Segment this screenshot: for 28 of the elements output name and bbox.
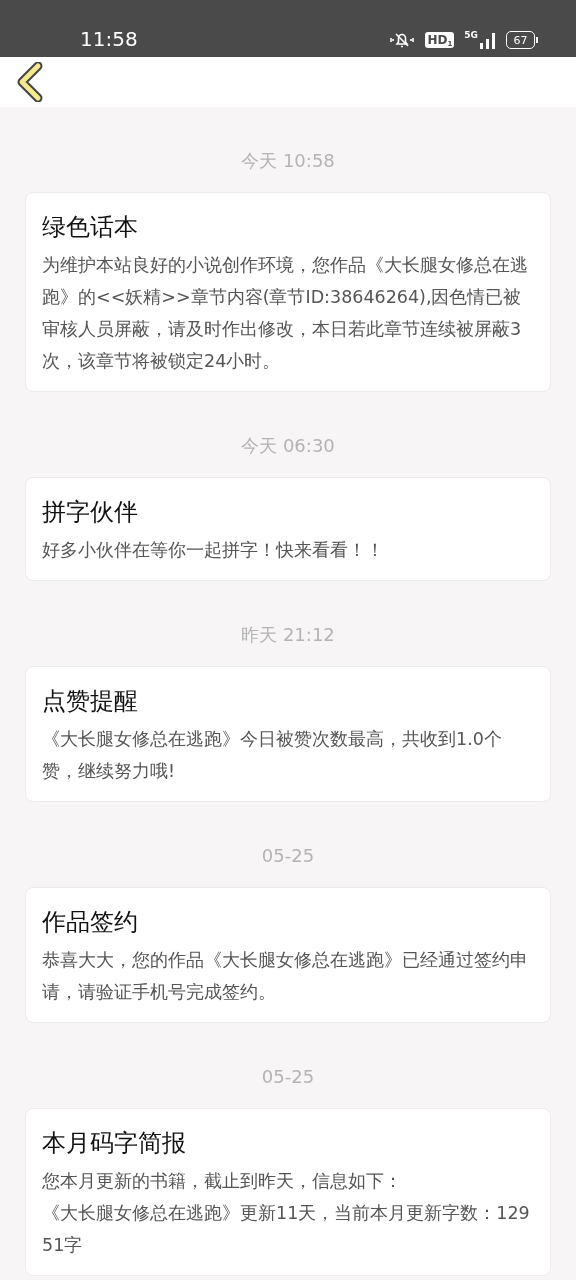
hd-badge: HD$_{1}$	[425, 32, 455, 48]
message-title: 拼字伙伴	[42, 497, 139, 528]
message-card[interactable]: 作品签约 恭喜大大，您的作品《大长腿女修总在逃跑》已经通过签约申请，请验证手机号完成签约。	[25, 887, 551, 1023]
signal-icon	[480, 31, 496, 49]
message-title: 本月码字简报	[42, 1128, 187, 1159]
message-card[interactable]: 点赞提醒 《大长腿女修总在逃跑》今日被赞次数最高，共收到1.0个赞，继续努力哦!	[25, 666, 551, 802]
message-card[interactable]: 绿色话本 为维护本站良好的小说创作环境，您作品《大长腿女修总在逃跑》的<<妖精>>章节内容(章节ID:38646264),因色情已被审核人员屏蔽，请及时作出修改，本日若此章节连续被屏蔽3次，该章节将被锁定24小时。	[25, 192, 551, 392]
message-card[interactable]: 拼字伙伴 好多小伙伴在等你一起拼字！快来看看！！	[25, 477, 551, 581]
message-card[interactable]: 本月码字简报 您本月更新的书籍，截止到昨天，信息如下： 《大长腿女修总在逃跑》更新11天，当前本月更新字数：12951字	[25, 1108, 551, 1276]
network-label: 5G	[464, 31, 478, 40]
message-body: 好多小伙伴在等你一起拼字！快来看看！！	[42, 539, 385, 562]
message-time: 05-25	[261, 1065, 315, 1089]
message-title: 绿色话本	[42, 212, 139, 243]
message-time: 今天 10:58	[241, 149, 335, 173]
back-icon[interactable]	[16, 62, 44, 102]
muted-bell-icon	[389, 31, 416, 49]
status-time: 11:58	[80, 29, 138, 49]
message-body: 为维护本站良好的小说创作环境，您作品《大长腿女修总在逃跑》的<<妖精>>章节内容(章节ID:38646264),因色情已被审核人员屏蔽，请及时作出修改，本日若此章节连续被屏蔽3次，该章节将被锁定24小时。	[42, 254, 529, 373]
message-body: 《大长腿女修总在逃跑》今日被赞次数最高，共收到1.0个赞，继续努力哦!	[42, 728, 503, 783]
message-time: 昨天 21:12	[241, 623, 335, 647]
message-time: 今天 06:30	[241, 434, 335, 458]
message-time: 05-25	[261, 844, 315, 868]
message-body: 恭喜大大，您的作品《大长腿女修总在逃跑》已经通过签约申请，请验证手机号完成签约。	[42, 949, 529, 1004]
battery-level: 67	[506, 31, 535, 49]
message-body: 《大长腿女修总在逃跑》更新11天，当前本月更新字数：12951字	[42, 1202, 531, 1257]
message-title: 作品签约	[42, 907, 139, 938]
message-title: 点赞提醒	[42, 686, 139, 717]
message-body: 您本月更新的书籍，截止到昨天，信息如下：	[42, 1170, 403, 1193]
